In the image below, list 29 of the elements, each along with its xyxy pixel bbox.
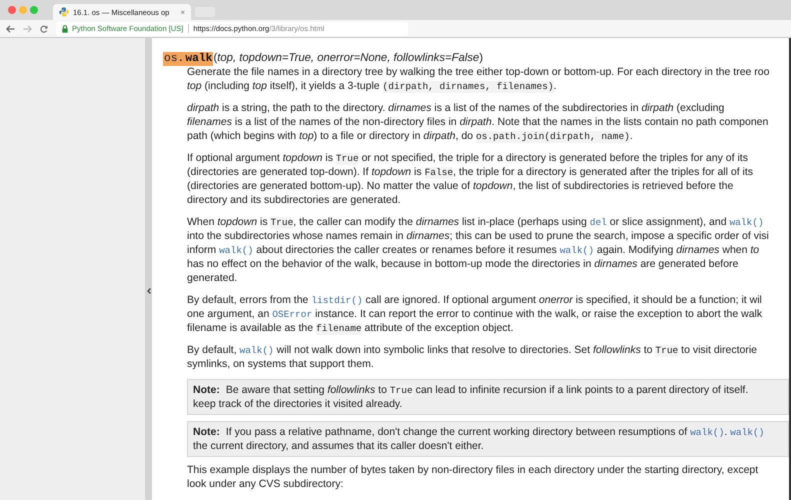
close-window-icon[interactable] (8, 6, 16, 14)
doc-paragraph: Generate the file names in a directory tree by walking the tree either top-down or bottom-up. For each directory in the tree roo top (including top itself), it yields a 3-tuple (dirpath, dirnames, filenames). (187, 65, 770, 93)
note-box: Note: If you pass a relative pathname, don't change the current working directory between resumptions of walk(). walk() the current directory, and assumes that its caller doesn't either. (187, 421, 789, 457)
zoom-window-icon[interactable] (30, 6, 38, 14)
doc-paragraph: By default, walk() will not walk down into symbolic links that resolve to directories. Set followlinks to True to visit directorie symlinks, on systems that support them. (187, 343, 758, 371)
code-link[interactable]: walk() (219, 245, 254, 257)
minimize-window-icon[interactable] (19, 6, 27, 14)
tab-close-button[interactable]: × (180, 8, 185, 16)
code-link[interactable]: walk() (560, 245, 594, 257)
doc-paragraph: dirpath is a string, the path to the directory. dirnames is a list of the names of the subdirectories in dirpath (excluding filenames is a list of the names of the non-directory files in dirpath. Note that the names in the lists contain no path componen path (which begins with top) to a file or directory in dirpath, do os.path.join(dirpath, name). (187, 101, 768, 143)
code-link[interactable]: walk() (729, 217, 764, 229)
doc-paragraph: If optional argument topdown is True or not specified, the triple for a directory is generated before the triples for any of its (directories are generated top-down). If topdown is False, the triple for a directory is generated after the triples for all of its (directories are generated bottom-up). No matter the value of topdown, the list of subdirectories is retrieved before the directory and its subdirectories are generated. (187, 151, 754, 207)
code-link[interactable]: walk() (240, 345, 274, 357)
forward-arrow-icon[interactable] (23, 24, 32, 32)
snake-logo-icon (59, 7, 69, 17)
code-link[interactable]: walk() (690, 427, 724, 439)
code-link[interactable]: walk() (730, 427, 764, 439)
code-link[interactable]: del (590, 217, 607, 229)
lock-icon (62, 24, 68, 32)
function-signature: os.walk(top, topdown=True, onerror=None, followlinks=False) (163, 51, 483, 65)
collapse-chevron-icon (146, 288, 150, 294)
note-box: Note: Be aware that setting followlinks to True can lead to infinite recursion if a link points to a parent directory of itself. keep track of the directories it visited already. (187, 379, 789, 415)
code-link[interactable]: OSError (272, 309, 312, 321)
reload-icon[interactable] (40, 24, 48, 32)
back-arrow-icon[interactable] (6, 24, 15, 32)
doc-paragraph: When topdown is True, the caller can modify the dirnames list in-place (perhaps using del or slice assignment), and walk() into the subdirectories whose names remain in dirnames; this can be used to prune the search, impose a specific order of visi inform walk() about directories the caller creates or renames before it resumes walk() again. Modifying dirnames when to has no effect on the behavior of the walk, because in bottom-up mode the directories in dirnames are generated before generated. (187, 215, 769, 285)
doc-paragraph: By default, errors from the listdir() call are ignored. If optional argument onerror is specified, it should be a function; it wil one argument, an OSError instance. It can report the error to continue with the walk, or raise the exception to abort the walk filename is available as the filename attribute of the exception object. (187, 293, 762, 335)
code-link[interactable]: listdir() (311, 295, 363, 307)
doc-paragraph: This example displays the number of bytes taken by non-directory files in each directory under the starting directory, except look under any CVS subdirectory: (187, 463, 758, 491)
